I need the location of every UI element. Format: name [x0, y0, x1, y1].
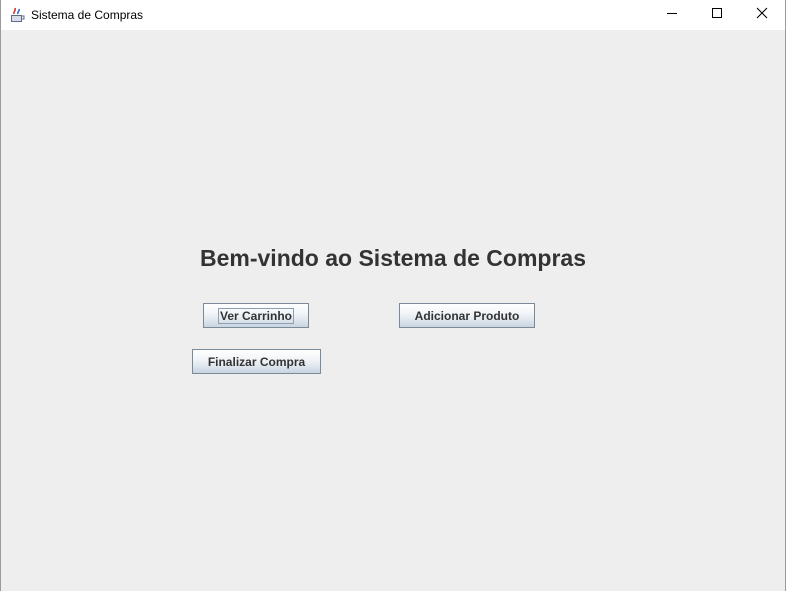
- title-bar[interactable]: Sistema de Compras: [1, 0, 785, 30]
- java-cup-icon[interactable]: [10, 7, 26, 23]
- finalizar-compra-label: Finalizar Compra: [207, 354, 306, 369]
- close-button[interactable]: [739, 0, 785, 30]
- adicionar-produto-button[interactable]: Adicionar Produto: [399, 303, 535, 328]
- app-window: Sistema de Compras Bem-vindo ao Sistema …: [0, 0, 786, 591]
- minimize-icon: [666, 6, 678, 24]
- close-icon: [756, 6, 768, 24]
- maximize-icon: [711, 6, 723, 24]
- maximize-button[interactable]: [694, 0, 740, 30]
- ver-carrinho-label: Ver Carrinho: [217, 307, 295, 324]
- finalizar-compra-button[interactable]: Finalizar Compra: [192, 349, 321, 374]
- window-title: Sistema de Compras: [31, 8, 144, 22]
- adicionar-produto-label: Adicionar Produto: [414, 308, 520, 323]
- minimize-button[interactable]: [649, 0, 695, 30]
- welcome-heading: Bem-vindo ao Sistema de Compras: [200, 245, 586, 271]
- ver-carrinho-button[interactable]: Ver Carrinho: [203, 303, 309, 328]
